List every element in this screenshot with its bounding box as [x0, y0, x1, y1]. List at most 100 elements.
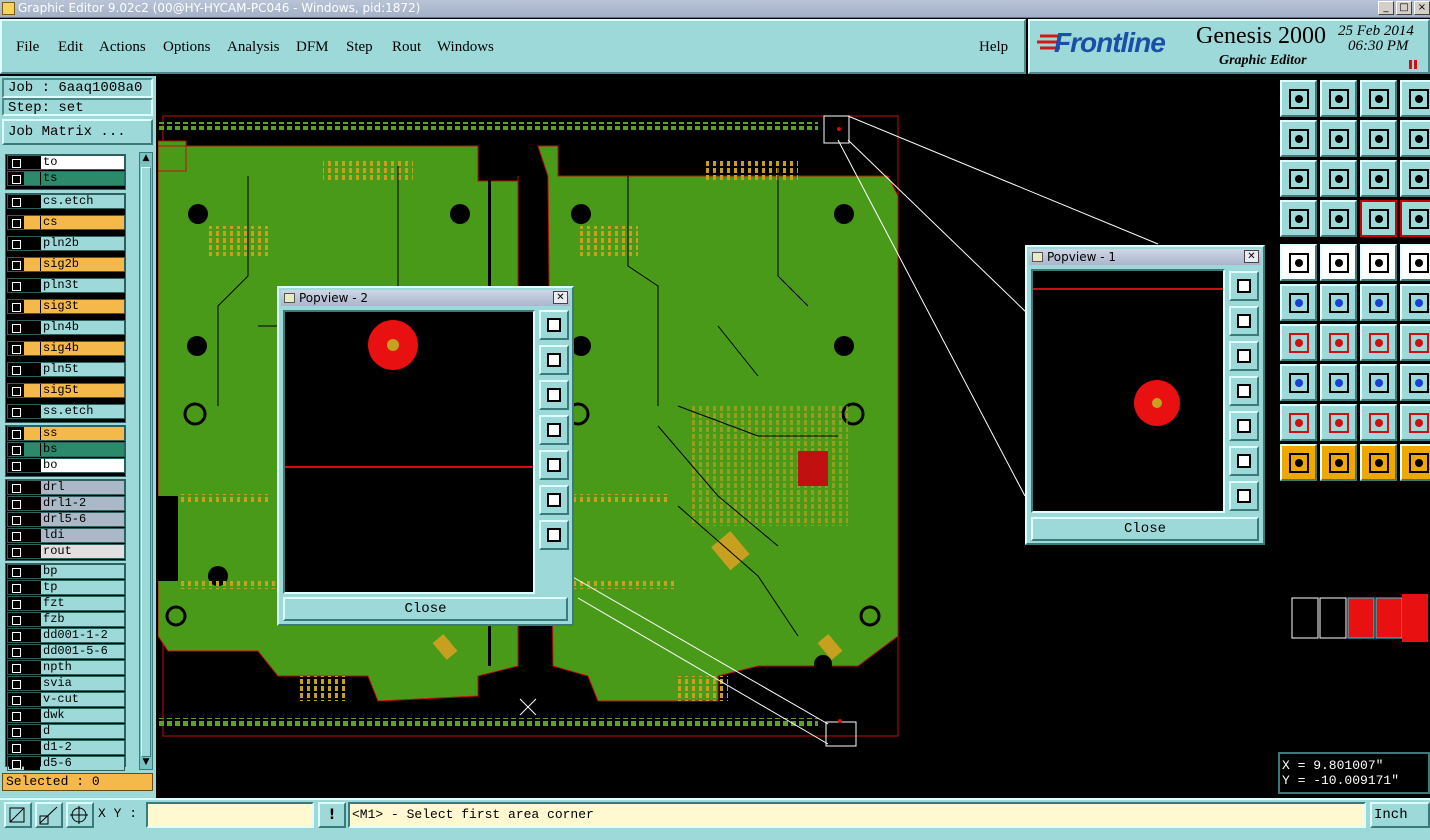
arc-icon[interactable] [1360, 324, 1397, 361]
pan-right-icon[interactable] [1320, 120, 1357, 157]
maximize-button[interactable]: □ [1396, 1, 1412, 15]
popview-2-close-icon[interactable]: ✕ [553, 291, 568, 304]
layer-display-toggle[interactable] [24, 597, 40, 610]
zoom-center-icon[interactable] [1320, 160, 1357, 197]
pause-icon[interactable] [1408, 57, 1418, 69]
popview-1-close-button[interactable]: Close [1031, 517, 1259, 541]
zoom-fit-icon[interactable] [1280, 160, 1317, 197]
pan-left-icon[interactable] [1280, 120, 1317, 157]
popview-2-pan-right-button[interactable] [539, 450, 569, 480]
menu-rout[interactable]: Rout [392, 39, 421, 56]
popview-1-zoom-fit-button[interactable] [1229, 271, 1259, 301]
layer-row[interactable]: d1-2 [7, 740, 125, 755]
popview-1-view[interactable] [1031, 269, 1225, 513]
layer-display-toggle[interactable] [24, 725, 40, 738]
menu-actions[interactable]: Actions [99, 39, 146, 56]
layer-row[interactable]: tp [7, 580, 125, 595]
layer-checkbox[interactable] [9, 742, 22, 753]
layer-row[interactable]: dd001-5-6 [7, 644, 125, 659]
layer-checkbox[interactable] [9, 428, 22, 439]
popview-2-pan-down-button[interactable] [539, 380, 569, 410]
cross-point-icon[interactable] [1320, 284, 1357, 321]
layer-checkbox[interactable] [9, 385, 22, 396]
tool-settings-icon[interactable] [1280, 200, 1317, 237]
close-window-button[interactable]: × [1414, 1, 1430, 15]
layer-checkbox[interactable] [9, 259, 22, 270]
popview-1-close-icon[interactable]: ✕ [1244, 250, 1259, 263]
layer-display-toggle[interactable] [24, 237, 40, 250]
layer-display-toggle[interactable] [24, 645, 40, 658]
layer-checkbox[interactable] [9, 217, 22, 228]
undo-icon[interactable] [1280, 80, 1317, 117]
layer-checkbox[interactable] [9, 498, 22, 509]
move-point-icon[interactable] [1360, 284, 1397, 321]
alert-icon[interactable]: ! [318, 802, 346, 828]
layer-row[interactable]: cs [7, 215, 125, 230]
layer-row[interactable]: fzb [7, 612, 125, 627]
triangle-frame-icon[interactable] [1360, 404, 1397, 441]
connect-nodes-icon[interactable] [1280, 284, 1317, 321]
layer-display-toggle[interactable] [24, 300, 40, 313]
layer-checkbox[interactable] [9, 678, 22, 689]
unit-selector[interactable]: Inch [1370, 802, 1430, 828]
popview-1-pan-right-button[interactable] [1229, 411, 1259, 441]
layer-checkbox[interactable] [9, 301, 22, 312]
layer-display-toggle[interactable] [24, 427, 40, 440]
popview-2-pan-left-button[interactable] [539, 415, 569, 445]
popview-2-close-button[interactable]: Close [283, 597, 568, 621]
layer-row[interactable]: bp [7, 564, 125, 579]
layer-display-toggle[interactable] [24, 565, 40, 578]
layer-row[interactable]: sig5t [7, 383, 125, 398]
minimize-button[interactable]: _ [1378, 1, 1394, 15]
layer-display-toggle[interactable] [24, 529, 40, 542]
layer-display-toggle[interactable] [24, 258, 40, 271]
window-split-icon[interactable] [1400, 80, 1430, 117]
layer-row[interactable]: sig2b [7, 257, 125, 272]
layer-checkbox[interactable] [9, 406, 22, 417]
menu-help[interactable]: Help [979, 39, 1008, 56]
layer-row[interactable]: dd001-1-2 [7, 628, 125, 643]
layer-display-toggle[interactable] [24, 384, 40, 397]
layer-checkbox[interactable] [9, 566, 22, 577]
layer-row[interactable]: sig4b [7, 341, 125, 356]
layer-checkbox[interactable] [9, 196, 22, 207]
layer-checkbox[interactable] [9, 726, 22, 737]
layer-row[interactable]: pln2b [7, 236, 125, 251]
move-arrow-icon[interactable] [1400, 284, 1430, 321]
layer-checkbox[interactable] [9, 614, 22, 625]
zoom-area-icon[interactable] [4, 802, 32, 828]
layer-checkbox[interactable] [9, 662, 22, 673]
layer-row[interactable]: d5-6 [7, 756, 125, 771]
popview-2-zoom-fit-button[interactable] [539, 310, 569, 340]
layer-display-toggle[interactable] [24, 321, 40, 334]
menu-file[interactable]: File [16, 39, 39, 56]
menu-windows[interactable]: Windows [437, 39, 494, 56]
layer-checkbox[interactable] [9, 514, 22, 525]
menu-step[interactable]: Step [346, 39, 373, 56]
layer-display-toggle[interactable] [24, 545, 40, 558]
layer-row[interactable]: ldi [7, 528, 125, 543]
layer-row[interactable]: to [7, 155, 125, 170]
layer-display-toggle[interactable] [24, 661, 40, 674]
layer-checkbox[interactable] [9, 343, 22, 354]
layer-row[interactable]: npth [7, 660, 125, 675]
layer-row[interactable]: drl1-2 [7, 496, 125, 511]
layer-row[interactable]: sig3t [7, 299, 125, 314]
home-icon[interactable] [1360, 80, 1397, 117]
layer-display-toggle[interactable] [24, 342, 40, 355]
layer-display-toggle[interactable] [24, 629, 40, 642]
layer-checkbox[interactable] [9, 444, 22, 455]
layer-checkbox[interactable] [9, 173, 22, 184]
scroll-down-icon[interactable]: ▼ [141, 757, 151, 769]
scroll-thumb[interactable] [141, 167, 151, 757]
layer-row[interactable]: dwk [7, 708, 125, 723]
layer-display-toggle[interactable] [24, 757, 40, 770]
layer-checkbox[interactable] [9, 582, 22, 593]
stacked-triangle-icon[interactable] [1320, 404, 1357, 441]
scroll-up-icon[interactable]: ▲ [141, 153, 151, 165]
line-split-icon[interactable] [1320, 364, 1357, 401]
layer-row[interactable]: ss [7, 426, 125, 441]
layer-row[interactable]: ts [7, 171, 125, 186]
popview-1-zoom-in-button[interactable] [1229, 446, 1259, 476]
pointer-icon[interactable] [1280, 444, 1317, 481]
